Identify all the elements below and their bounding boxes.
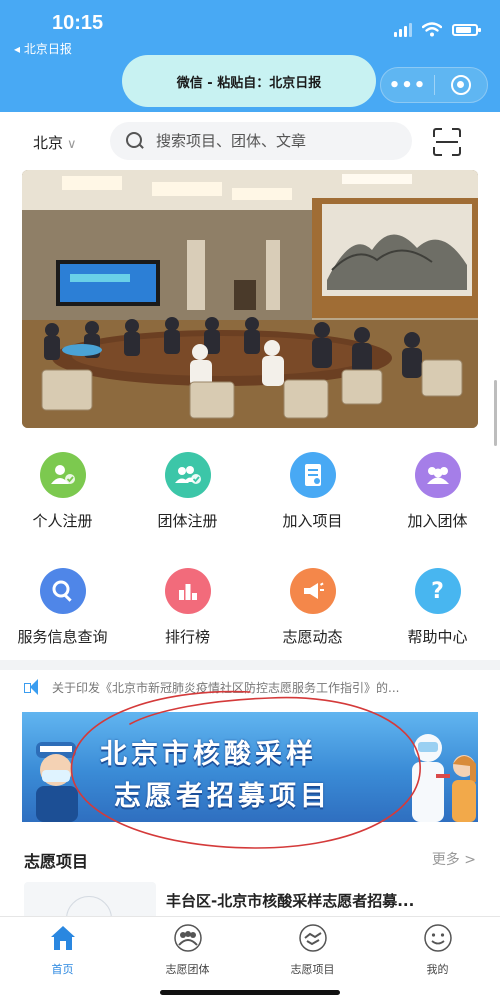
megaphone-icon: [289, 568, 336, 614]
search-row: 北京 ∨: [0, 118, 500, 166]
tab-home[interactable]: 首页: [0, 923, 125, 977]
search-box[interactable]: [110, 122, 412, 160]
action-label: 排行榜: [164, 628, 210, 646]
action-ranking[interactable]: 排行榜: [125, 568, 250, 647]
more-link[interactable]: 更多 >: [432, 849, 476, 869]
person-illustration-icon: [452, 755, 476, 822]
action-label: 团体注册: [157, 512, 218, 530]
tab-label: 志愿团体: [165, 963, 210, 976]
speaker-icon: [24, 679, 44, 695]
chevron-down-icon: ∨: [67, 137, 77, 152]
team-icon: [173, 924, 202, 952]
document-icon: [289, 452, 336, 498]
city-selector[interactable]: 北京 ∨: [33, 132, 77, 153]
tab-volunteer-groups[interactable]: 志愿团体: [125, 923, 250, 977]
back-to-app-link[interactable]: ◂ 北京日报: [14, 40, 72, 57]
smile-icon: [423, 924, 452, 952]
home-indicator[interactable]: [160, 990, 340, 995]
banner-photo[interactable]: [22, 170, 478, 428]
action-label: 服务信息查询: [17, 628, 108, 646]
target-circle-icon: [450, 75, 471, 95]
paste-notice-pill: 微信 - 粘贴自：北京日报: [122, 55, 376, 107]
tab-label: 首页: [51, 963, 74, 976]
action-service-info-query[interactable]: 服务信息查询: [0, 568, 125, 647]
tab-volunteer-projects[interactable]: 志愿项目: [250, 923, 375, 977]
search-input[interactable]: [156, 132, 386, 150]
more-dots-icon[interactable]: •••: [381, 75, 434, 96]
action-label: 志愿动态: [282, 628, 343, 646]
bottom-tab-bar: 首页 志愿团体 志愿项目 我的: [0, 916, 500, 1000]
group-check-icon: [164, 452, 211, 498]
action-label: 加入项目: [282, 512, 343, 530]
section-divider: [0, 660, 500, 670]
action-personal-register[interactable]: 个人注册: [0, 452, 125, 531]
action-join-group[interactable]: 加入团体: [375, 452, 500, 531]
volunteer-projects-header: 志愿项目 更多 >: [0, 840, 500, 876]
search-icon: [126, 132, 144, 150]
search-icon: [39, 568, 86, 614]
action-join-project[interactable]: 加入项目: [250, 452, 375, 531]
hand-drawn-circle-annotation: [70, 690, 421, 849]
signal-icon: [394, 22, 412, 37]
tab-label: 志愿项目: [290, 963, 335, 976]
tab-label: 我的: [426, 963, 449, 976]
scan-icon[interactable]: [433, 128, 461, 156]
action-volunteer-news[interactable]: 志愿动态: [250, 568, 375, 647]
action-label: 个人注册: [32, 512, 93, 530]
project-title[interactable]: 丰台区-北京市核酸采样志愿者招募...: [166, 890, 476, 911]
person-check-icon: [39, 452, 86, 498]
battery-icon: [452, 23, 481, 36]
wifi-icon: [422, 22, 442, 37]
tab-my[interactable]: 我的: [375, 923, 500, 977]
system-status-icons: [394, 22, 481, 37]
city-label: 北京: [33, 134, 64, 152]
group-icon: [414, 452, 461, 498]
handshake-icon: [298, 924, 327, 952]
top-header: 10:15 ◂ 北京日报 微信 - 粘贴自：北京日报 •••: [0, 0, 500, 112]
question-icon: ?: [414, 568, 461, 614]
action-group-register[interactable]: 团体注册: [125, 452, 250, 531]
section-title: 志愿项目: [24, 852, 89, 871]
home-icon: [50, 926, 75, 950]
action-help-center[interactable]: ? 帮助中心: [375, 568, 500, 647]
close-mini-program-button[interactable]: [435, 75, 487, 95]
status-time: 10:15: [52, 12, 104, 34]
ranking-icon: [164, 568, 211, 614]
action-label: 帮助中心: [407, 628, 468, 646]
scrollbar[interactable]: [494, 380, 497, 446]
mini-program-capsule: •••: [380, 67, 488, 103]
action-label: 加入团体: [407, 512, 468, 530]
